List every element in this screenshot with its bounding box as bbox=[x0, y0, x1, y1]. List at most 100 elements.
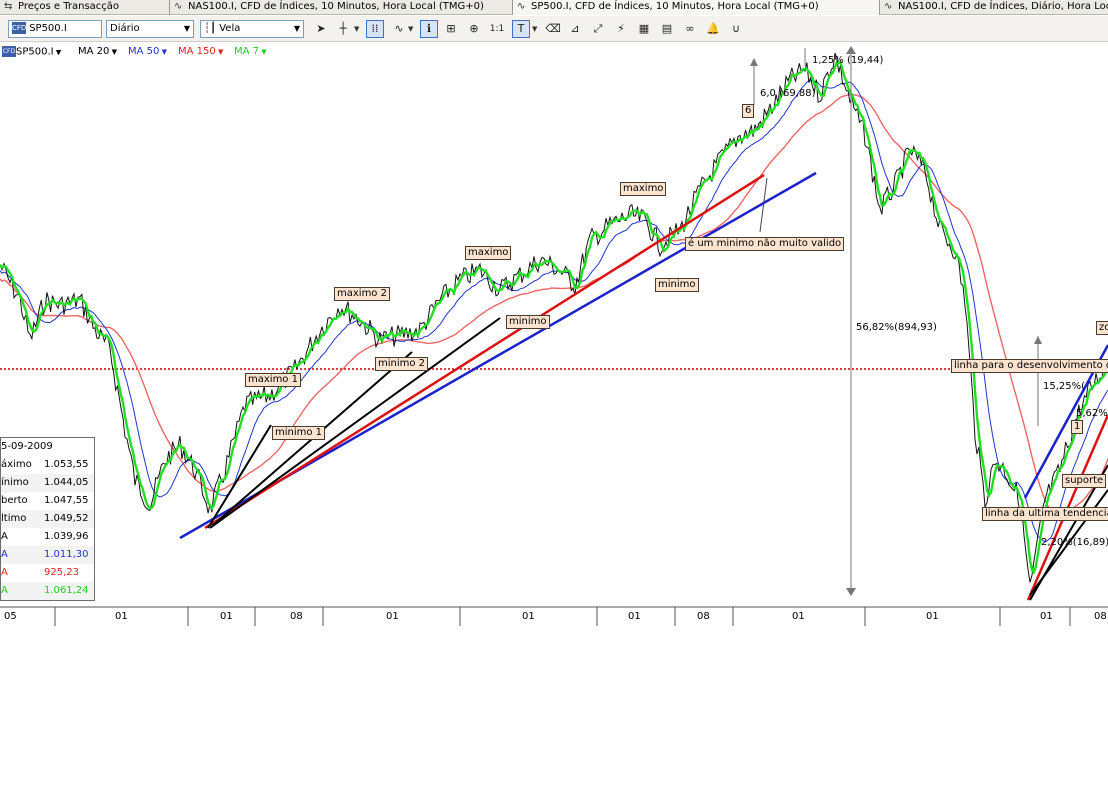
period-select[interactable]: Diário ▼ bbox=[106, 20, 194, 38]
info-value: 1.044,05 bbox=[44, 477, 89, 488]
zoom-box-icon[interactable]: ⊞ bbox=[442, 20, 460, 38]
annotation-minimo-2[interactable]: minimo 2 bbox=[375, 357, 429, 371]
tab-label: NAS100.I, CFD de Índices, 10 Minutos, Ho… bbox=[188, 1, 484, 12]
ma7-line bbox=[0, 60, 1108, 575]
annotation-maximo-top[interactable]: maximo bbox=[620, 182, 667, 196]
crosshair-menu-arrow[interactable]: ▼ bbox=[354, 20, 362, 38]
zoom-in-icon[interactable]: ⊕ bbox=[465, 20, 483, 38]
measure-icon[interactable]: ⊿ bbox=[566, 20, 584, 38]
compare-icon[interactable]: ▤ bbox=[658, 20, 676, 38]
info-value: 1.011,30 bbox=[44, 549, 89, 560]
info-row: A 1.061,24 bbox=[1, 582, 94, 600]
info-label: A bbox=[1, 585, 8, 596]
x-axis-label: 01 bbox=[1040, 611, 1053, 622]
info-value: 1.053,55 bbox=[44, 459, 89, 470]
annotation-minimo-b[interactable]: minimo bbox=[655, 278, 699, 292]
info-row: A 1.011,30 bbox=[1, 546, 94, 564]
chart-canvas[interactable] bbox=[0, 42, 1108, 627]
data-window: 5-09-2009 áximo 1.053,55 ínimo 1.044,05 bert… bbox=[0, 437, 95, 601]
info-row: áximo 1.053,55 bbox=[1, 456, 94, 474]
text-tool-icon[interactable]: T bbox=[512, 20, 530, 38]
annotation-maximo-2[interactable]: maximo 2 bbox=[334, 287, 390, 301]
tab-nas100-daily[interactable]: ∿ NAS100.I, CFD de Índices, Diário, Hora … bbox=[880, 0, 1108, 15]
annotation-one[interactable]: 1 bbox=[1071, 420, 1084, 434]
info-value: 1.039,96 bbox=[44, 531, 89, 542]
info-label: ínimo bbox=[1, 477, 29, 488]
candle-icon: ┆┃ bbox=[204, 23, 217, 34]
wave-icon[interactable]: ∿ bbox=[390, 20, 408, 38]
annotation-not-valid-minimum[interactable]: é um minimo não muito valido bbox=[685, 237, 845, 251]
magnet-icon[interactable]: ∪ bbox=[727, 20, 745, 38]
symbol-field[interactable]: CFD SP500.I bbox=[8, 20, 102, 38]
info-row: ltimo 1.049,52 bbox=[1, 510, 94, 528]
chart-toolbar: CFD SP500.I Diário ▼ ┆┃ Vela ▼ ➤ ┼ ▼ ⁞⁞ … bbox=[0, 16, 1108, 42]
legend-ma20[interactable]: MA 20 ▼ bbox=[78, 46, 117, 57]
black-trendline-3[interactable] bbox=[209, 317, 501, 529]
annotation-last-trend-line[interactable]: linha da ultima tendencia bbox=[982, 507, 1108, 521]
info-row: berto 1.047,55 bbox=[1, 492, 94, 510]
alert-bell-icon[interactable]: 🔔 bbox=[704, 20, 722, 38]
chevron-down-icon: ▼ bbox=[259, 48, 267, 56]
arrow-head bbox=[750, 58, 758, 66]
info-label: berto bbox=[1, 495, 28, 506]
black-trendline-1[interactable] bbox=[207, 424, 272, 529]
tab-sp500-10min[interactable]: ∿ SP500.I, CFD de Índices, 10 Minutos, Ho… bbox=[513, 0, 880, 15]
annotation-support[interactable]: suporte bbox=[1062, 474, 1107, 488]
wave-menu-arrow[interactable]: ▼ bbox=[408, 20, 416, 38]
x-axis-label: 01 bbox=[115, 611, 128, 622]
measure-label-1525: 15,25%( bbox=[1043, 381, 1086, 392]
fibonacci-icon[interactable]: ⤢ bbox=[589, 20, 607, 38]
link-icon[interactable]: ∞ bbox=[681, 20, 699, 38]
chevron-down-icon: ▼ bbox=[109, 48, 117, 56]
legend-symbol-label: SP500.I bbox=[16, 46, 54, 58]
one-to-one-icon[interactable]: 1:1 bbox=[488, 20, 506, 38]
x-axis-label: 05 bbox=[4, 611, 17, 622]
price-list-icon: ⇆ bbox=[4, 1, 13, 12]
legend-ma7-label: MA 7 bbox=[234, 46, 260, 57]
x-axis-label: 01 bbox=[386, 611, 399, 622]
x-axis-label: 01 bbox=[926, 611, 939, 622]
measure-label-5: 5,62% bbox=[1076, 408, 1108, 419]
grid-icon[interactable]: ⁞⁞ bbox=[366, 20, 384, 38]
legend-symbol[interactable]: CFDSP500.I ▼ bbox=[2, 46, 61, 58]
annotation-maximo-1[interactable]: maximo 1 bbox=[245, 373, 301, 387]
export-icon[interactable]: ▦ bbox=[635, 20, 653, 38]
red-trendline[interactable] bbox=[204, 173, 765, 530]
info-label: ltimo bbox=[1, 513, 27, 524]
annotation-minimo-1[interactable]: minimo 1 bbox=[272, 426, 326, 440]
text-tool-menu-arrow[interactable]: ▼ bbox=[532, 20, 540, 38]
chevron-down-icon: ▼ bbox=[183, 24, 190, 33]
arrow-head bbox=[846, 588, 856, 596]
annotation-minimo-a[interactable]: minimo bbox=[506, 315, 550, 329]
chevron-down-icon: ▼ bbox=[293, 24, 300, 33]
info-value: 925,23 bbox=[44, 567, 79, 578]
info-date-row: 5-09-2009 bbox=[1, 438, 94, 456]
info-icon[interactable]: ℹ bbox=[420, 20, 438, 38]
price-chart[interactable]: CFDSP500.I ▼ MA 20 ▼ MA 50 ▼ MA 150 ▼ MA… bbox=[0, 42, 1108, 627]
tab-prices-transactions[interactable]: ⇆ Preços e Transacção bbox=[0, 0, 170, 15]
arrow-head bbox=[846, 46, 856, 54]
annotation-zone[interactable]: zo bbox=[1096, 321, 1108, 335]
info-row: A 925,23 bbox=[1, 564, 94, 582]
chart-line-icon: ∿ bbox=[517, 1, 526, 12]
ma150-line bbox=[0, 93, 1108, 515]
x-axis-label: 01 bbox=[522, 611, 535, 622]
eraser-icon[interactable]: ⌫ bbox=[544, 20, 562, 38]
legend-ma7[interactable]: MA 7 ▼ bbox=[234, 46, 267, 57]
crosshair-icon[interactable]: ┼ bbox=[334, 20, 352, 38]
annotation-six[interactable]: 6 bbox=[742, 104, 755, 118]
annotation-development-line[interactable]: linha para o desenvolvimento d bbox=[951, 359, 1108, 373]
pattern-icon[interactable]: ⚡ bbox=[612, 20, 630, 38]
legend-ma50-label: MA 50 bbox=[128, 46, 160, 57]
chart-type-select[interactable]: ┆┃ Vela ▼ bbox=[200, 20, 304, 38]
legend-ma50[interactable]: MA 50 ▼ bbox=[128, 46, 167, 57]
tab-nas100-10min[interactable]: ∿ NAS100.I, CFD de Índices, 10 Minutos, H… bbox=[170, 0, 513, 15]
ma50-line bbox=[0, 79, 1108, 543]
chevron-down-icon: ▼ bbox=[215, 48, 224, 56]
info-label: A bbox=[1, 567, 8, 578]
x-axis-label: 08 bbox=[1094, 611, 1107, 622]
annotation-maximo[interactable]: maximo bbox=[465, 246, 512, 260]
info-value: 1.049,52 bbox=[44, 513, 89, 524]
legend-ma150[interactable]: MA 150 ▼ bbox=[178, 46, 223, 57]
cursor-icon[interactable]: ➤ bbox=[312, 20, 330, 38]
